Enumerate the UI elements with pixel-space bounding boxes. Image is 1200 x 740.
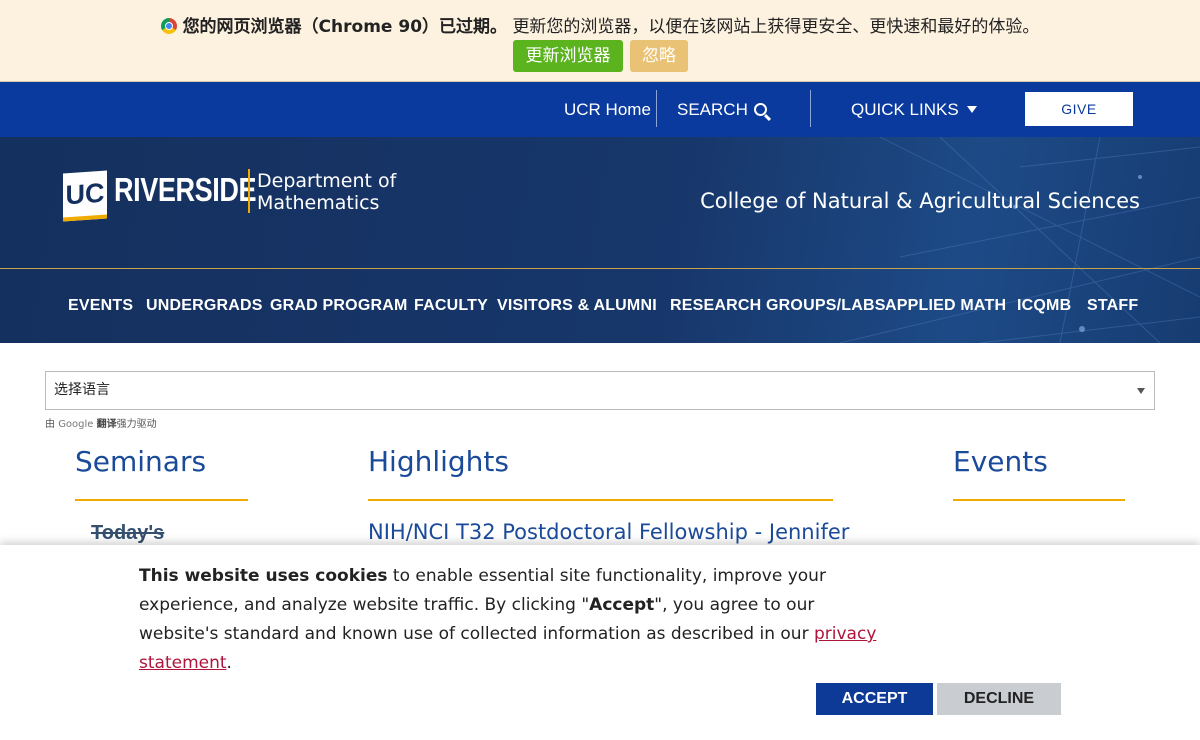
browser-update-banner: 您的网页浏览器（Chrome 90）已过期。 更新您的浏览器，以便在该网站上获得… (0, 0, 1200, 82)
ucr-logo-mark[interactable]: UC (63, 170, 107, 222)
quick-links-dropdown[interactable]: QUICK LINKS (851, 82, 977, 137)
seminars-rule (75, 499, 248, 501)
nav-item-grad-program[interactable]: GRAD PROGRAM (270, 297, 408, 315)
cookie-bold-intro: This website uses cookies (139, 566, 388, 586)
google-translate-credit: 由 Google 翻译强力驱动 (45, 415, 157, 430)
quick-links-label: QUICK LINKS (851, 100, 959, 119)
update-message: 您的网页浏览器（Chrome 90）已过期。 更新您的浏览器，以便在该网站上获得… (0, 12, 1200, 37)
highlight-link[interactable]: NIH/NCI T32 Postdoctoral Fellowship - Je… (368, 520, 849, 544)
ignore-button[interactable]: 忽略 (630, 40, 688, 72)
logo-divider (248, 169, 250, 213)
chevron-down-icon (1137, 388, 1145, 394)
accept-button[interactable]: ACCEPT (816, 683, 933, 715)
google-logo[interactable]: Google (58, 419, 93, 430)
utility-nav: UCR Home SEARCH QUICK LINKS (0, 82, 1200, 137)
college-name[interactable]: College of Natural & Agricultural Scienc… (700, 189, 1140, 213)
nav-item-events[interactable]: EVENTS (68, 297, 133, 315)
nav-item-visitors-alumni[interactable]: VISITORS & ALUMNI (497, 297, 657, 315)
decline-button[interactable]: DECLINE (937, 683, 1061, 715)
cookie-banner: This website uses cookies to enable esse… (0, 545, 1200, 740)
nav-item-staff[interactable]: STAFF (1087, 297, 1138, 315)
ucr-home-link[interactable]: UCR Home (564, 82, 651, 137)
department-name[interactable]: Department of Mathematics (257, 170, 427, 214)
seminar-today[interactable]: Today's (91, 522, 164, 545)
nav-item-icqmb[interactable]: ICQMB (1017, 297, 1071, 315)
nav-item-applied-math[interactable]: APPLIED MATH (885, 297, 1006, 315)
highlights-rule (368, 499, 833, 501)
utility-divider (810, 90, 811, 127)
cookie-text-3: . (226, 653, 232, 673)
update-bold-text: 您的网页浏览器（Chrome 90）已过期。 (182, 17, 508, 37)
update-browser-button[interactable]: 更新浏览器 (513, 40, 623, 72)
credit-suffix: 强力驱动 (116, 419, 157, 430)
events-heading: Events (953, 445, 1048, 478)
brand-header: UC RIVERSIDE Department of Mathematics C… (0, 137, 1200, 343)
language-select-value: 选择语言 (54, 382, 110, 398)
chrome-icon (160, 18, 177, 34)
caret-down-icon (966, 106, 977, 113)
dept-line-1: Department of (257, 170, 397, 192)
nav-item-faculty[interactable]: FACULTY (414, 297, 488, 315)
seminars-heading: Seminars (75, 445, 207, 478)
credit-prefix: 由 (45, 419, 55, 430)
search-label: SEARCH (677, 100, 748, 119)
highlights-heading: Highlights (368, 445, 509, 478)
dept-line-2: Mathematics (257, 192, 380, 214)
update-text: 更新您的浏览器，以便在该网站上获得更安全、更快速和最好的体验。 (512, 17, 1040, 37)
nav-item-research-groups[interactable]: RESEARCH GROUPS/LABS (670, 297, 886, 315)
cookie-message: This website uses cookies to enable esse… (139, 562, 899, 678)
search-link[interactable]: SEARCH (677, 82, 767, 137)
ucr-logo-text[interactable]: RIVERSIDE (114, 171, 257, 209)
credit-translate: 翻译 (96, 419, 117, 430)
utility-divider (656, 90, 657, 127)
search-icon (753, 103, 767, 116)
nav-item-undergrads[interactable]: UNDERGRADS (146, 297, 263, 315)
language-select[interactable]: 选择语言 (45, 371, 1155, 410)
cookie-accept-word: Accept (589, 595, 655, 615)
events-rule (953, 499, 1125, 501)
give-button[interactable]: GIVE (1024, 91, 1134, 127)
main-nav: EVENTS UNDERGRADS GRAD PROGRAM FACULTY V… (0, 269, 1200, 343)
